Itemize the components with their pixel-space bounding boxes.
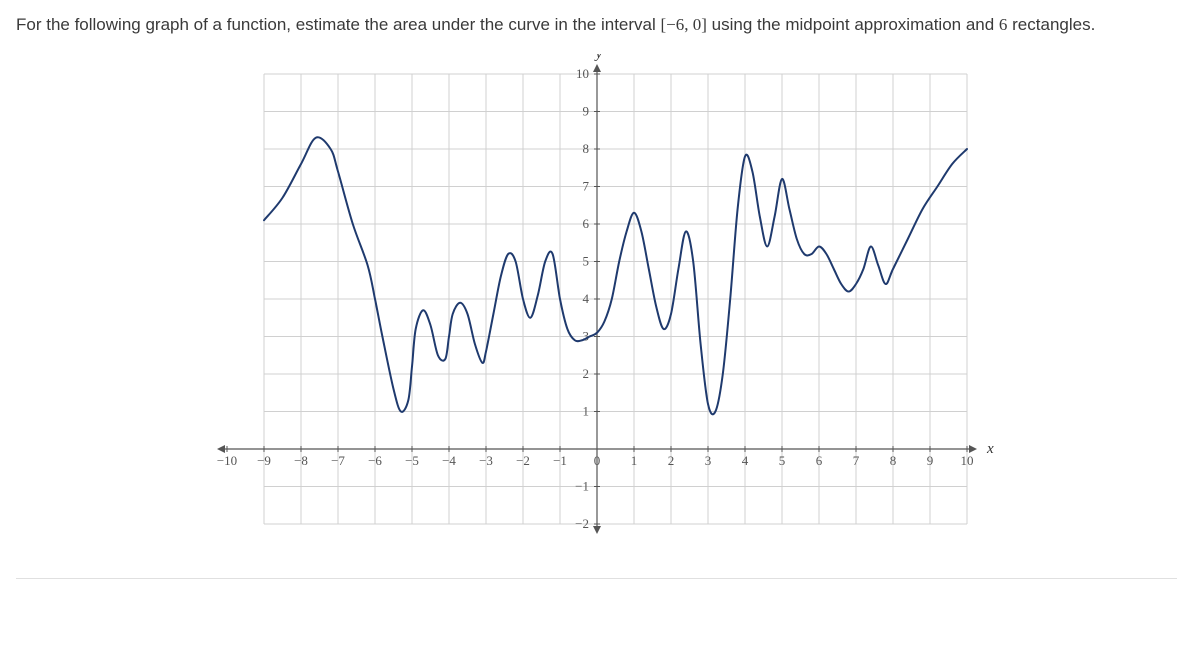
svg-text:8: 8 [889,453,896,468]
function-graph: −10−9−8−7−6−5−4−3−2−1012345678910−2−1123… [197,54,997,554]
svg-text:−3: −3 [479,453,493,468]
svg-text:−7: −7 [331,453,345,468]
svg-text:10: 10 [576,66,589,81]
svg-text:−5: −5 [405,453,419,468]
svg-text:5: 5 [778,453,785,468]
question-interval: [−6, 0] [660,15,706,34]
svg-text:6: 6 [815,453,822,468]
question-text: For the following graph of a function, e… [16,12,1156,38]
bottom-divider [16,578,1177,579]
svg-text:6: 6 [582,216,589,231]
svg-text:−4: −4 [442,453,456,468]
svg-text:7: 7 [582,179,589,194]
svg-text:−1: −1 [575,479,589,494]
question-middle: using the midpoint approximation and [707,15,999,34]
question-suffix: rectangles. [1007,15,1095,34]
svg-text:0: 0 [593,453,600,468]
svg-text:2: 2 [582,366,589,381]
svg-text:2: 2 [667,453,674,468]
svg-text:1: 1 [630,453,637,468]
svg-text:−2: −2 [516,453,530,468]
svg-text:4: 4 [741,453,748,468]
svg-text:7: 7 [852,453,859,468]
question-prefix: For the following graph of a function, e… [16,15,660,34]
svg-text:3: 3 [582,329,589,344]
svg-text:8: 8 [582,141,589,156]
svg-text:9: 9 [926,453,933,468]
svg-text:−1: −1 [553,453,567,468]
svg-text:y: y [593,54,602,62]
svg-text:9: 9 [582,104,589,119]
svg-text:−8: −8 [294,453,308,468]
svg-text:4: 4 [582,291,589,306]
chart-container: −10−9−8−7−6−5−4−3−2−1012345678910−2−1123… [16,54,1177,554]
svg-text:−9: −9 [257,453,271,468]
svg-text:−2: −2 [575,516,589,531]
svg-text:x: x [986,441,994,457]
svg-text:−10: −10 [216,453,236,468]
svg-text:1: 1 [582,404,589,419]
svg-text:3: 3 [704,453,711,468]
svg-text:10: 10 [960,453,973,468]
svg-text:5: 5 [582,254,589,269]
svg-text:−6: −6 [368,453,382,468]
